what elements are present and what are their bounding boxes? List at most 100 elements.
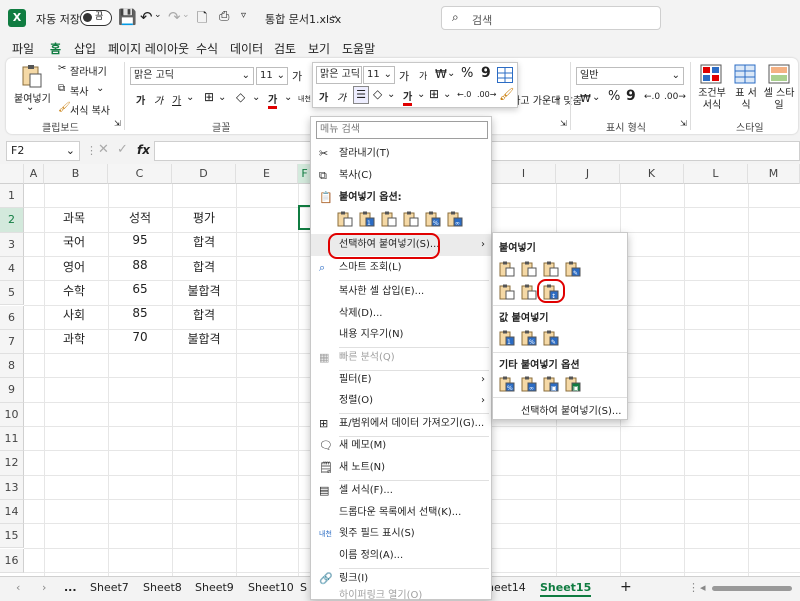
accounting-icon[interactable]: ₩ xyxy=(580,92,591,105)
increase-font-icon[interactable]: 가 xyxy=(292,68,302,84)
customize-qat-icon[interactable]: ▿ xyxy=(241,10,246,21)
sheet-tab-8[interactable]: Sheet8 xyxy=(143,581,182,594)
tab-review[interactable]: 검토 xyxy=(274,40,296,57)
tab-data[interactable]: 데이터 xyxy=(230,40,263,57)
copy-dropdown-icon[interactable]: ⌄ xyxy=(96,83,104,94)
menu-item-delete[interactable]: 삭제(D)... xyxy=(311,303,491,325)
autosave-toggle[interactable]: 끔 xyxy=(80,10,112,26)
prev-sheet-icon[interactable]: ‹ xyxy=(16,581,20,594)
mini-bold-button[interactable]: 가 xyxy=(319,89,328,104)
ctx-paste-formatting-icon[interactable]: % xyxy=(425,211,441,227)
ctx-paste-values-icon[interactable]: 1 xyxy=(359,211,375,227)
font-name-combo[interactable]: 맑은 고딕 ⌄ xyxy=(130,67,254,85)
ctx-paste-formulas-icon[interactable]: f xyxy=(381,211,397,227)
mini-accounting-icon[interactable]: ₩ xyxy=(435,67,447,81)
sub-values-values-icon[interactable]: 1 xyxy=(499,330,515,346)
print-icon[interactable]: ⎙ xyxy=(219,9,229,24)
menu-item-format-cells[interactable]: ▤ 셀 서식(F)... xyxy=(311,480,491,502)
font-color-button[interactable]: 가 xyxy=(268,91,278,109)
menu-item-new-note[interactable]: 🗒 새 노트(N) xyxy=(311,457,491,479)
mini-font-color-dropdown-icon[interactable]: ⌄ xyxy=(417,89,425,100)
cell-styles-icon[interactable] xyxy=(768,64,790,84)
row-header-7[interactable]: 7 xyxy=(0,329,24,355)
sub-values-values-number-icon[interactable]: % xyxy=(521,330,537,346)
number-launcher-icon[interactable]: ⇲ xyxy=(680,119,687,128)
increase-decimal-icon[interactable]: ←.0 xyxy=(644,92,660,102)
fill-color-icon[interactable]: ◇ xyxy=(236,90,245,104)
select-all-corner[interactable] xyxy=(0,164,24,184)
menu-item-new-comment[interactable]: 🗨 새 메모(M) xyxy=(311,435,491,457)
scroll-options-icon[interactable]: ⋮ xyxy=(688,581,699,594)
mini-font-size-combo[interactable]: 11 ⌄ xyxy=(363,66,395,84)
number-format-combo[interactable]: 일반 ⌄ xyxy=(576,67,684,85)
underline-dropdown-icon[interactable]: ⌄ xyxy=(186,92,194,103)
sub-other-link-icon[interactable]: ∞ xyxy=(521,376,537,392)
sheet-tab-10[interactable]: Sheet10 xyxy=(248,581,294,594)
cut-button[interactable]: 잘라내기 xyxy=(70,63,107,78)
copy-button[interactable]: 복사 xyxy=(70,83,88,98)
row-header-3[interactable]: 3 xyxy=(0,232,24,257)
sub-other-formatting-icon[interactable]: % xyxy=(499,376,515,392)
mini-percent-button[interactable]: % xyxy=(461,66,473,81)
mini-decrease-decimal-icon[interactable]: .00→ xyxy=(477,90,496,99)
row-header-16[interactable]: 16 xyxy=(0,548,24,573)
copy-icon[interactable]: ⧉ xyxy=(58,83,65,94)
mini-comma-button[interactable]: 9 xyxy=(481,65,491,81)
decrease-decimal-icon[interactable]: .00→ xyxy=(664,92,686,102)
mini-italic-button[interactable]: 가 xyxy=(337,89,346,104)
row-header-6[interactable]: 6 xyxy=(0,305,24,330)
alignment-launcher-icon[interactable]: ⇲ xyxy=(560,119,567,128)
column-header-l[interactable]: L xyxy=(684,164,748,184)
mini-fill-color-icon[interactable]: ◇ xyxy=(373,87,382,101)
row-header-12[interactable]: 12 xyxy=(0,451,24,476)
mini-borders-dropdown-icon[interactable]: ⌄ xyxy=(443,89,451,100)
font-color-dropdown-icon[interactable]: ⌄ xyxy=(284,92,292,103)
undo-icon[interactable]: ↶ xyxy=(140,8,153,26)
paste-dropdown-icon[interactable]: ⌄ xyxy=(26,102,34,113)
paste-icon[interactable] xyxy=(20,64,44,88)
column-header-i[interactable]: I xyxy=(492,164,556,184)
conditional-format-button[interactable]: 조건부 서식 xyxy=(696,88,728,112)
row-header-9[interactable]: 9 xyxy=(0,378,24,403)
column-header-j[interactable]: J xyxy=(556,164,620,184)
search-box[interactable]: ⌕ 검색 xyxy=(441,6,661,30)
column-header-b[interactable]: B xyxy=(44,164,108,184)
phonetic-guide-icon[interactable]: 내천 xyxy=(298,94,311,104)
mini-shrink-font-icon[interactable]: 가 xyxy=(419,69,427,82)
menu-item-dropdown-pick[interactable]: 드롭다운 목록에서 선택(K)... xyxy=(311,502,491,524)
submenu-paste-special-link[interactable]: 선택하여 붙여넣기(S)... xyxy=(521,402,621,417)
sub-paste-formulas-number-icon[interactable]: % xyxy=(543,261,559,277)
row-header-5[interactable]: 5 xyxy=(0,281,24,306)
insert-function-button[interactable]: fx xyxy=(137,143,150,157)
underline-button[interactable]: 가 xyxy=(172,92,181,107)
more-sheets-button[interactable]: ... xyxy=(64,581,77,594)
sub-paste2-keep-widths-icon[interactable]: ↔ xyxy=(521,284,537,300)
row-header-11[interactable]: 11 xyxy=(0,427,24,452)
sheet-tab-9[interactable]: Sheet9 xyxy=(195,581,234,594)
row-header-4[interactable]: 4 xyxy=(0,256,24,282)
undo-dropdown-icon[interactable]: ⌄ xyxy=(154,10,162,20)
row-header-8[interactable]: 8 xyxy=(0,354,24,379)
merge-dropdown-icon[interactable]: ⌄ xyxy=(554,92,562,103)
clipboard-launcher-icon[interactable]: ⇲ xyxy=(114,119,121,128)
borders-dropdown-icon[interactable]: ⌄ xyxy=(218,92,226,103)
mini-fill-dropdown-icon[interactable]: ⌄ xyxy=(387,89,395,100)
menu-item-get-data[interactable]: ⊞ 표/범위에서 데이터 가져오기(G)... xyxy=(311,413,491,435)
save-icon[interactable]: 💾 xyxy=(118,8,137,26)
column-header-k[interactable]: K xyxy=(620,164,684,184)
mini-accounting-dropdown-icon[interactable]: ⌄ xyxy=(447,68,455,79)
cut-icon[interactable]: ✂ xyxy=(58,63,66,74)
format-painter-icon[interactable]: 🖌 xyxy=(58,102,71,113)
print-preview-icon[interactable]: 🗋 xyxy=(197,9,207,31)
row-header-1[interactable]: 1 xyxy=(0,184,24,209)
tab-help[interactable]: 도움말 xyxy=(342,40,375,57)
menu-item-cut[interactable]: ✂ 잘라내기(T) xyxy=(311,143,491,165)
menu-item-define-name[interactable]: 이름 정의(A)... xyxy=(311,545,491,567)
table-format-button[interactable]: 표 서식 xyxy=(732,88,760,112)
mini-font-name-combo[interactable]: 맑은 고딕 xyxy=(316,66,362,84)
sheet-tab-15[interactable]: Sheet15 xyxy=(540,581,592,597)
borders-icon[interactable]: ⊞ xyxy=(204,90,214,104)
mini-font-color-button[interactable]: 가 xyxy=(403,88,413,106)
scroll-left-icon[interactable]: ◂ xyxy=(700,581,706,594)
mini-borders-icon[interactable]: ⊞ xyxy=(429,87,439,101)
